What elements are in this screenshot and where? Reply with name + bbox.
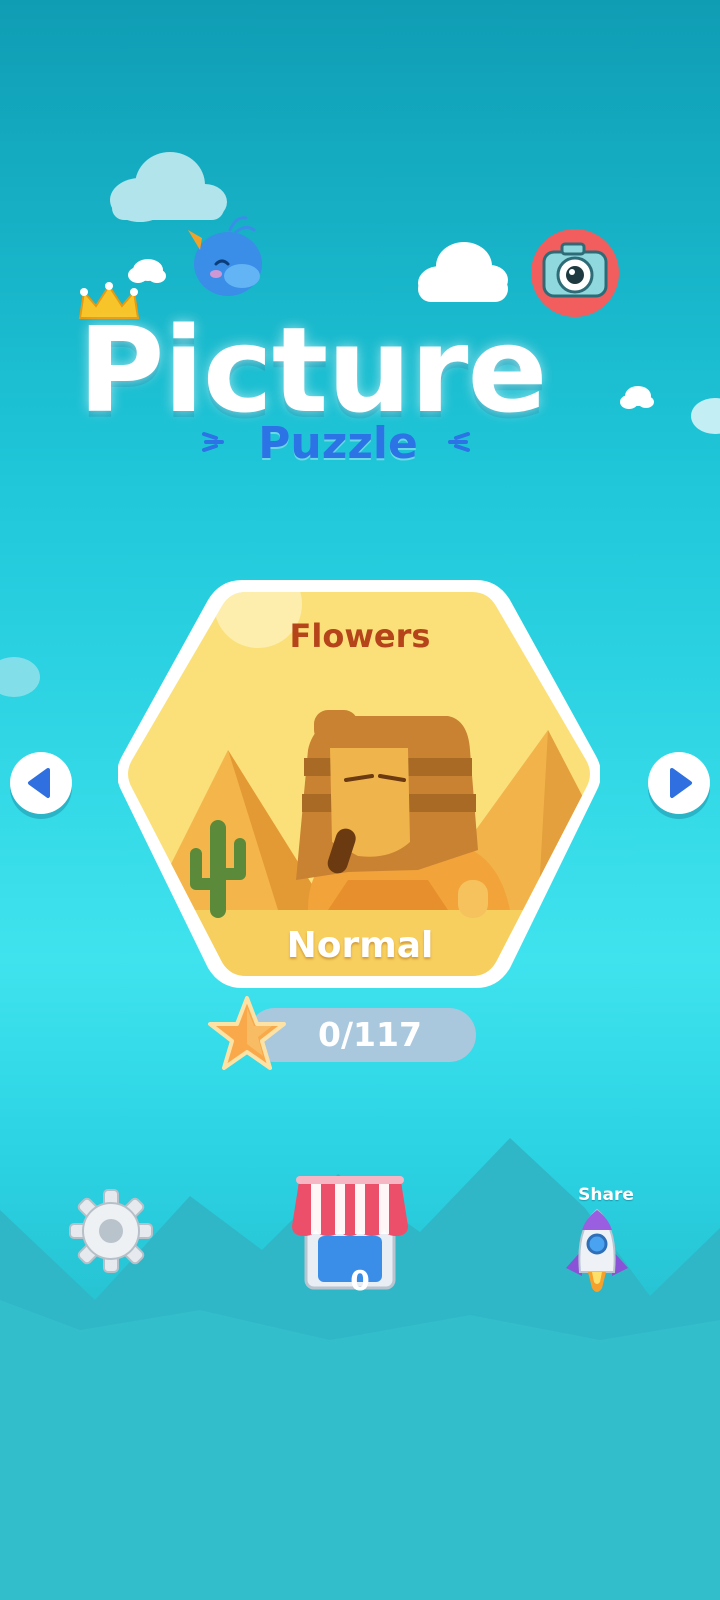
rocket-icon (566, 1208, 628, 1292)
gear-icon (69, 1189, 153, 1273)
game-subtitle: Puzzle (258, 418, 418, 469)
level-difficulty-label: Normal (286, 925, 434, 966)
title-dash-right-icon (448, 432, 470, 452)
level-category-label: Flowers (289, 617, 431, 655)
arrow-left-icon (28, 768, 50, 798)
progress-count: 0/117 (318, 1015, 422, 1054)
star-icon (208, 996, 286, 1070)
cloud-top-right (418, 242, 508, 302)
cloud-mid-left (0, 657, 40, 697)
cloud-small-left (128, 259, 166, 283)
settings-button[interactable] (68, 1188, 154, 1274)
title-dash-left-icon (202, 432, 224, 452)
shop-coin-count: 0 (350, 1264, 370, 1297)
next-category-button[interactable] (648, 752, 710, 814)
game-home-screen: Picture Puzzle Flowers Normal 0/117 0 Sh… (0, 0, 720, 1600)
prev-category-button[interactable] (10, 752, 72, 814)
cloud-right-edge (691, 398, 720, 434)
bird-icon (188, 216, 262, 296)
share-button[interactable] (552, 1206, 642, 1298)
arrow-right-icon (670, 768, 692, 798)
share-label: Share (578, 1185, 634, 1205)
